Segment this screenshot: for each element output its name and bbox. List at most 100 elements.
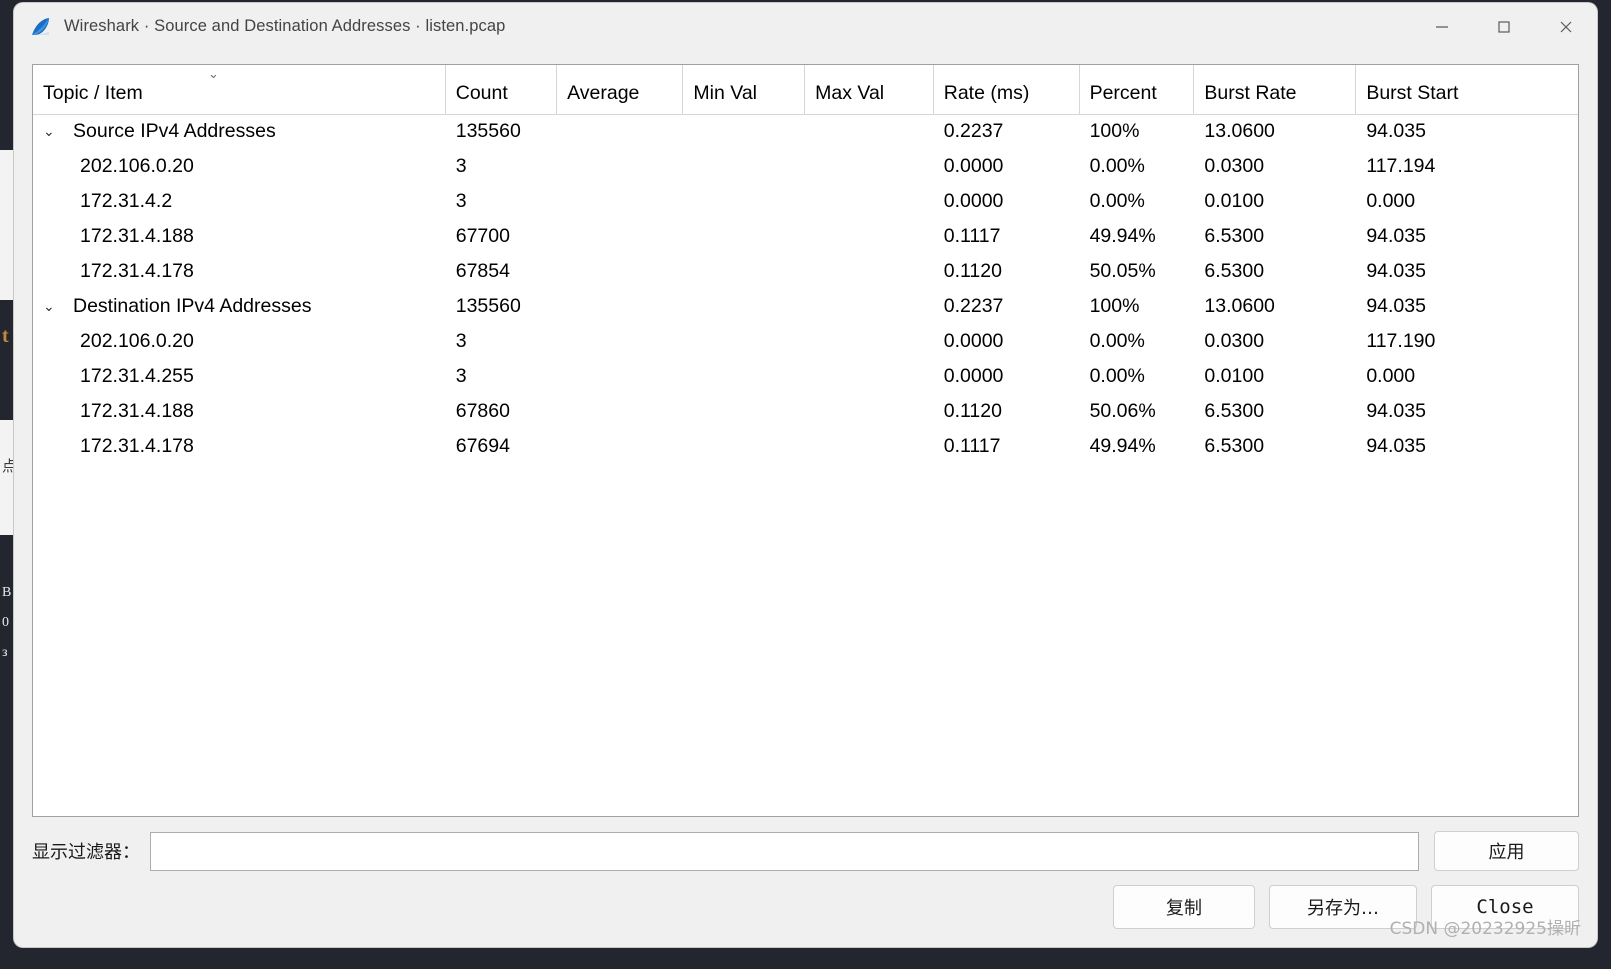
column-header-percent[interactable]: Percent (1079, 65, 1195, 115)
bg-text-fragment-5: з (2, 645, 8, 660)
cell-topic: 172.31.4.255 (33, 359, 446, 394)
bg-text-fragment-4: 0 (2, 615, 9, 630)
cell-count: 3 (445, 324, 558, 359)
cell-burst-rate: 13.0600 (1193, 114, 1357, 149)
topic-item-label: 172.31.4.188 (80, 225, 194, 248)
cell-rate: 0.2237 (933, 289, 1080, 324)
table-row[interactable]: ⌄ Destination IPv4 Addresses 135560 0.2237 1… (33, 289, 1578, 324)
minimize-icon (1436, 25, 1448, 28)
cell-burst-start: 117.190 (1355, 324, 1578, 359)
cell-min-val (682, 149, 806, 184)
column-header-rate[interactable]: Rate (ms) (933, 65, 1080, 115)
cell-min-val (682, 429, 806, 464)
cell-percent: 0.00% (1079, 324, 1195, 359)
cell-rate: 0.0000 (933, 184, 1080, 219)
close-window-button[interactable] (1535, 3, 1597, 50)
close-button[interactable]: Close (1431, 885, 1579, 929)
cell-topic: 172.31.4.178 (33, 429, 446, 464)
table-row[interactable]: 172.31.4.255 3 0.0000 0.00% 0.0100 0.000 (33, 359, 1578, 394)
cell-average (556, 324, 684, 359)
table-row[interactable]: 202.106.0.20 3 0.0000 0.00% 0.0300 117.194 (33, 149, 1578, 184)
cell-count: 67854 (445, 254, 558, 289)
display-filter-label: 显示过滤器： (32, 842, 140, 863)
cell-rate: 0.1117 (933, 219, 1080, 254)
cell-burst-start: 94.035 (1355, 394, 1578, 429)
cell-min-val (682, 394, 806, 429)
cell-percent: 49.94% (1079, 429, 1195, 464)
cell-burst-rate: 0.0100 (1193, 184, 1357, 219)
cell-percent: 100% (1079, 289, 1195, 324)
cell-min-val (682, 289, 806, 324)
cell-burst-start: 117.194 (1355, 149, 1578, 184)
title-bar[interactable]: Wireshark · Source and Destination Addre… (14, 3, 1597, 50)
cell-topic: ⌄ Source IPv4 Addresses (33, 114, 446, 149)
cell-topic: 202.106.0.20 (33, 149, 446, 184)
cell-count: 67700 (445, 219, 558, 254)
cell-burst-start: 94.035 (1355, 219, 1578, 254)
table-row[interactable]: 172.31.4.188 67700 0.1117 49.94% 6.5300 94.03… (33, 219, 1578, 254)
cell-burst-start: 94.035 (1355, 114, 1578, 149)
display-filter-input[interactable] (150, 831, 1419, 871)
cell-topic: 202.106.0.20 (33, 324, 446, 359)
cell-topic: 172.31.4.188 (33, 394, 446, 429)
cell-rate: 0.0000 (933, 324, 1080, 359)
cell-count: 3 (445, 359, 558, 394)
apply-filter-button[interactable]: 应用 (1434, 831, 1579, 871)
sort-descending-icon: ⌄ (208, 66, 219, 81)
statistics-table-container[interactable]: ⌄ Topic / Item Count Average Min Val Max… (32, 64, 1579, 817)
dialog-button-row: 复制 另存为… Close (14, 871, 1597, 947)
copy-button[interactable]: 复制 (1113, 885, 1255, 929)
topic-item-label: Destination IPv4 Addresses (73, 295, 312, 318)
cell-max-val (804, 394, 934, 429)
table-row[interactable]: 172.31.4.188 67860 0.1120 50.06% 6.5300 94.03… (33, 394, 1578, 429)
topic-item-label: 172.31.4.2 (80, 190, 173, 213)
cell-min-val (682, 359, 806, 394)
cell-min-val (682, 324, 806, 359)
topic-item-label: 202.106.0.20 (80, 155, 194, 178)
bg-text-fragment-3: B (2, 585, 12, 600)
cell-min-val (682, 254, 806, 289)
chevron-down-icon[interactable]: ⌄ (43, 298, 73, 315)
cell-rate: 0.1117 (933, 429, 1080, 464)
column-header-topic-label: Topic / Item (43, 81, 143, 104)
column-header-min-val[interactable]: Min Val (682, 65, 806, 115)
cell-burst-rate: 6.5300 (1193, 394, 1357, 429)
table-row[interactable]: 172.31.4.178 67854 0.1120 50.05% 6.5300 94.03… (33, 254, 1578, 289)
cell-burst-start: 0.000 (1355, 184, 1578, 219)
column-header-burst-start[interactable]: Burst Start (1355, 65, 1578, 115)
table-row[interactable]: 202.106.0.20 3 0.0000 0.00% 0.0300 117.190 (33, 324, 1578, 359)
minimize-button[interactable] (1411, 3, 1473, 50)
cell-burst-rate: 13.0600 (1193, 289, 1357, 324)
cell-topic: 172.31.4.2 (33, 184, 446, 219)
table-row[interactable]: ⌄ Source IPv4 Addresses 135560 0.2237 100% 13… (33, 114, 1578, 149)
table-row[interactable]: 172.31.4.2 3 0.0000 0.00% 0.0100 0.000 (33, 184, 1578, 219)
cell-topic: 172.31.4.178 (33, 254, 446, 289)
close-icon (1560, 21, 1572, 32)
cell-average (556, 114, 684, 149)
column-header-burst-rate[interactable]: Burst Rate (1193, 65, 1357, 115)
cell-average (556, 394, 684, 429)
cell-percent: 100% (1079, 114, 1195, 149)
cell-percent: 50.06% (1079, 394, 1195, 429)
save-as-button[interactable]: 另存为… (1269, 885, 1417, 929)
maximize-icon (1498, 20, 1510, 33)
topic-item-label: 202.106.0.20 (80, 330, 194, 353)
column-header-topic[interactable]: ⌄ Topic / Item (33, 65, 446, 115)
cell-rate: 0.0000 (933, 149, 1080, 184)
cell-burst-rate: 6.5300 (1193, 219, 1357, 254)
topic-item-label: 172.31.4.188 (80, 400, 194, 423)
column-header-max-val[interactable]: Max Val (804, 65, 934, 115)
maximize-button[interactable] (1473, 3, 1535, 50)
table-row[interactable]: 172.31.4.178 67694 0.1117 49.94% 6.5300 94.03… (33, 429, 1578, 464)
chevron-down-icon[interactable]: ⌄ (43, 123, 73, 140)
cell-count: 67860 (445, 394, 558, 429)
cell-burst-start: 0.000 (1355, 359, 1578, 394)
cell-burst-rate: 0.0300 (1193, 324, 1357, 359)
cell-burst-rate: 6.5300 (1193, 254, 1357, 289)
cell-min-val (682, 184, 806, 219)
column-header-count[interactable]: Count (445, 65, 558, 115)
cell-count: 135560 (445, 114, 558, 149)
table-header-row: ⌄ Topic / Item Count Average Min Val Max… (33, 65, 1578, 115)
cell-topic: 172.31.4.188 (33, 219, 446, 254)
column-header-average[interactable]: Average (556, 65, 684, 115)
